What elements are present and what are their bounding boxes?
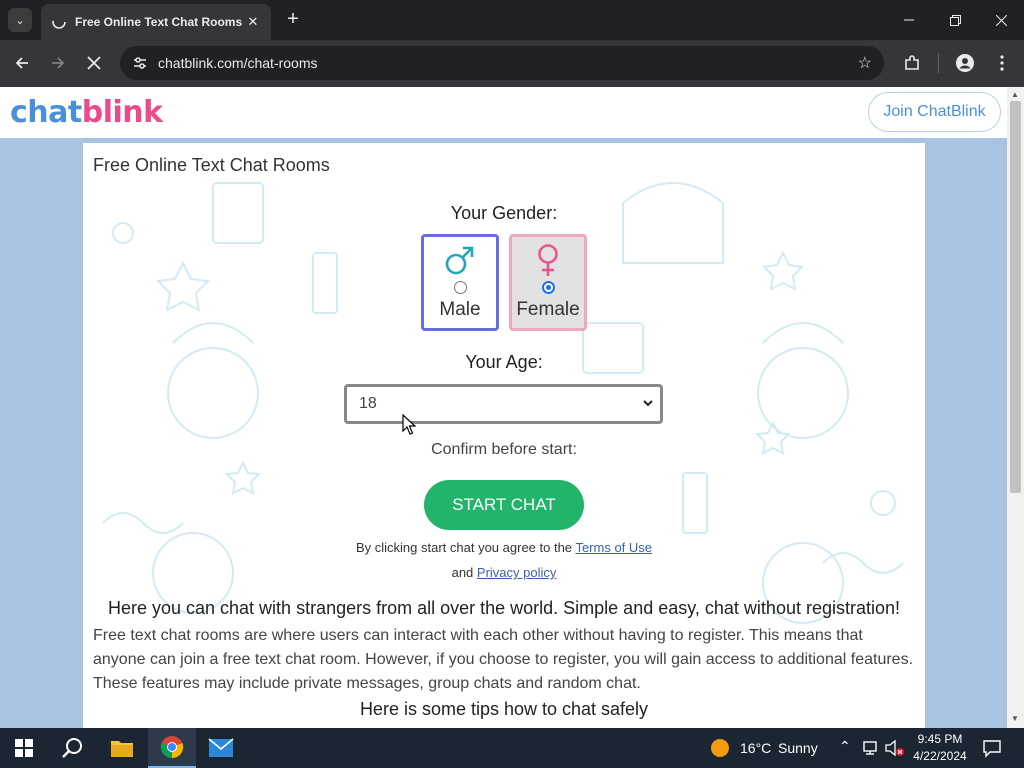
chat-start-card: Free Online Text Chat Rooms Your Gender:… bbox=[83, 143, 925, 728]
scroll-thumb[interactable] bbox=[1010, 101, 1021, 493]
close-icon bbox=[995, 14, 1007, 26]
forward-button[interactable] bbox=[46, 51, 70, 75]
mail-icon bbox=[208, 738, 234, 757]
volume-muted-icon[interactable] bbox=[885, 739, 905, 757]
chevron-down-icon bbox=[643, 400, 653, 407]
clock-date: 4/22/2024 bbox=[913, 749, 967, 763]
minimize-icon bbox=[904, 19, 914, 21]
scroll-down-arrow-icon[interactable]: ▼ bbox=[1011, 714, 1019, 723]
url-text: chatblink.com/chat-rooms bbox=[158, 55, 318, 71]
back-arrow-icon bbox=[15, 57, 28, 69]
start-chat-button[interactable]: START CHAT bbox=[424, 480, 584, 530]
browser-tab[interactable]: Free Online Text Chat Rooms ✕ bbox=[41, 4, 271, 40]
back-button[interactable] bbox=[10, 51, 34, 75]
chevron-up-icon[interactable]: ⌃ bbox=[839, 738, 851, 755]
notifications-icon[interactable] bbox=[982, 738, 1002, 758]
weather-temperature[interactable]: 16°C bbox=[740, 740, 771, 756]
sun-weather-icon bbox=[711, 739, 729, 757]
browser-toolbar: chatblink.com/chat-rooms ☆ bbox=[0, 40, 1024, 87]
profile-icon[interactable] bbox=[953, 51, 977, 75]
taskbar-clock[interactable]: 9:45 PM 4/22/2024 bbox=[905, 731, 975, 765]
age-select[interactable]: 18 bbox=[344, 384, 663, 424]
terms-notice: By clicking start chat you agree to the … bbox=[355, 540, 653, 555]
tab-title: Free Online Text Chat Rooms bbox=[75, 15, 243, 29]
weather-description[interactable]: Sunny bbox=[778, 740, 818, 756]
join-chatblink-button[interactable]: Join ChatBlink bbox=[868, 92, 1001, 132]
intro-headline: Here you can chat with strangers from al… bbox=[107, 598, 901, 618]
privacy-policy-link[interactable]: Privacy policy bbox=[477, 565, 556, 580]
start-button[interactable] bbox=[0, 728, 48, 768]
chatblink-logo[interactable]: chatblink bbox=[10, 95, 163, 130]
search-icon bbox=[62, 738, 82, 758]
page-viewport: chatblink Join ChatBlink Free Online Tex… bbox=[0, 87, 1007, 728]
age-select-value: 18 bbox=[359, 395, 377, 412]
male-label: Male bbox=[439, 299, 481, 320]
tips-heading: Here is some tips how to chat safely bbox=[359, 699, 649, 719]
bookmark-star-icon[interactable]: ☆ bbox=[858, 53, 872, 73]
network-icon[interactable] bbox=[863, 740, 881, 756]
clock-time: 9:45 PM bbox=[917, 732, 963, 746]
confirm-label: Confirm before start: bbox=[431, 441, 577, 458]
minimize-button[interactable] bbox=[886, 0, 932, 40]
age-label: Your Age: bbox=[465, 352, 543, 372]
chrome-taskbar-button[interactable] bbox=[148, 728, 196, 768]
privacy-notice: and Privacy policy bbox=[451, 565, 557, 580]
extensions-icon[interactable] bbox=[900, 51, 924, 75]
stop-loading-button[interactable] bbox=[82, 51, 106, 75]
mouse-cursor-icon bbox=[402, 414, 416, 435]
folder-icon bbox=[111, 741, 133, 757]
intro-paragraph: Free text chat rooms are where users can… bbox=[93, 627, 914, 692]
browser-tab-bar: ⌄ Free Online Text Chat Rooms ✕ + bbox=[0, 0, 1024, 40]
female-radio[interactable] bbox=[541, 281, 555, 294]
gender-label: Your Gender: bbox=[450, 203, 558, 223]
close-window-button[interactable] bbox=[978, 0, 1024, 40]
address-bar[interactable]: chatblink.com/chat-rooms ☆ bbox=[120, 46, 884, 80]
gender-option-female[interactable]: Female bbox=[509, 234, 587, 331]
page-scrollbar[interactable]: ▲ ▼ bbox=[1007, 87, 1024, 728]
loading-icon bbox=[52, 15, 66, 29]
file-explorer-button[interactable] bbox=[98, 728, 146, 768]
search-button[interactable] bbox=[48, 728, 96, 768]
new-tab-button[interactable]: + bbox=[282, 8, 304, 32]
menu-kebab-icon[interactable] bbox=[990, 51, 1014, 75]
site-header: chatblink Join ChatBlink bbox=[0, 87, 1007, 138]
chrome-icon bbox=[160, 736, 184, 759]
female-label: Female bbox=[516, 299, 580, 320]
toolbar-divider bbox=[938, 53, 939, 73]
restore-button[interactable] bbox=[932, 0, 978, 40]
windows-taskbar: 16°C Sunny ⌃ 9:45 PM 4/22/2024 bbox=[0, 728, 1024, 768]
site-info-icon[interactable] bbox=[130, 53, 150, 73]
gender-option-male[interactable]: Male bbox=[421, 234, 499, 331]
terms-of-use-link[interactable]: Terms of Use bbox=[575, 540, 652, 555]
tab-close-icon[interactable]: ✕ bbox=[245, 14, 261, 30]
tab-search-button[interactable]: ⌄ bbox=[8, 8, 32, 32]
restore-icon bbox=[949, 14, 961, 26]
scroll-up-arrow-icon[interactable]: ▲ bbox=[1011, 90, 1019, 99]
female-symbol-icon bbox=[538, 244, 558, 276]
mail-button[interactable] bbox=[197, 728, 245, 768]
male-symbol-icon bbox=[445, 246, 474, 275]
male-radio[interactable] bbox=[453, 281, 467, 294]
windows-logo-icon bbox=[15, 739, 33, 757]
forward-arrow-icon bbox=[52, 57, 65, 69]
stop-icon bbox=[87, 56, 101, 70]
card-title: Free Online Text Chat Rooms bbox=[93, 155, 330, 175]
